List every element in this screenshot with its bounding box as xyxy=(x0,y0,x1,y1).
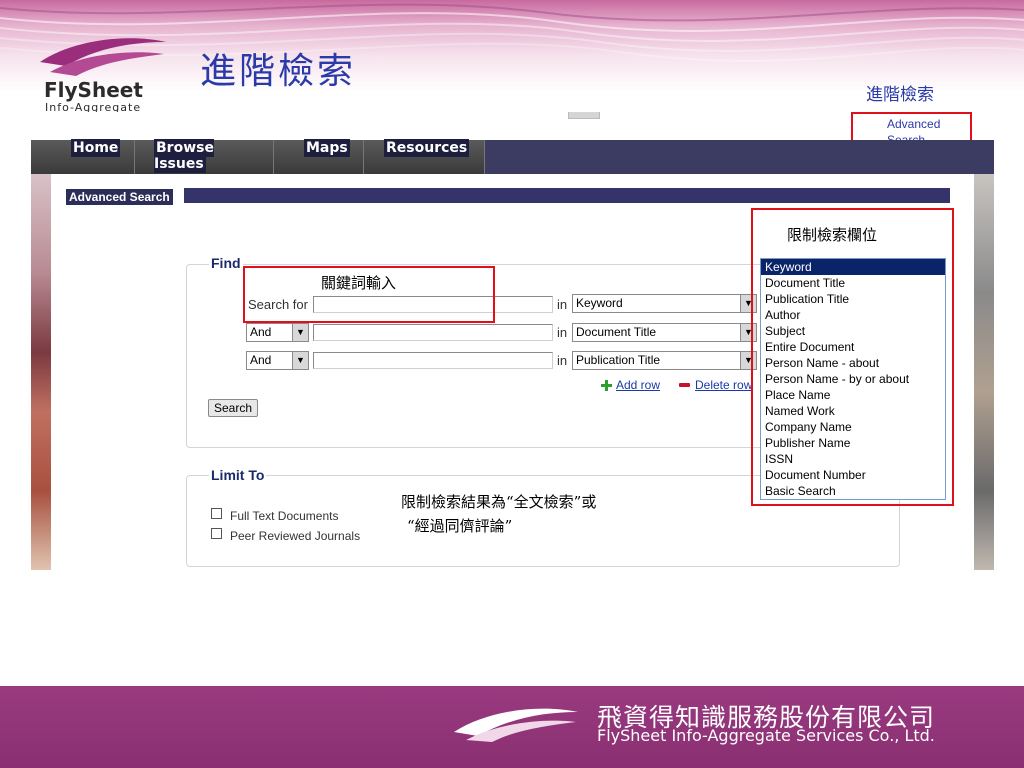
search-input-2[interactable] xyxy=(313,324,553,341)
slide-title: 進階檢索 xyxy=(200,51,357,92)
nav-browse-issues[interactable]: Browse Issues xyxy=(144,139,274,174)
field-select-2[interactable]: Document Title ▼ xyxy=(572,323,757,342)
flysheet-logo: FlySheet Info-Aggregate xyxy=(36,32,172,116)
in-label-2: in xyxy=(557,325,568,340)
operator-select-2[interactable]: And ▼ xyxy=(246,323,309,342)
full-text-checkbox[interactable] xyxy=(211,508,222,519)
full-text-label: Full Text Documents xyxy=(230,509,339,523)
peer-reviewed-checkbox[interactable] xyxy=(211,528,222,539)
search-input-3[interactable] xyxy=(313,352,553,369)
section-bar xyxy=(184,188,950,203)
field-option[interactable]: Person Name - about xyxy=(761,355,945,371)
peer-reviewed-label: Peer Reviewed Journals xyxy=(230,529,361,543)
add-row-icon[interactable] xyxy=(601,380,612,391)
company-name-english: FlySheet Info-Aggregate Services Co., Lt… xyxy=(597,726,935,745)
field-option[interactable]: Place Name xyxy=(761,387,945,403)
add-row-link[interactable]: Add row xyxy=(616,378,660,392)
slide-footer-band: 飛資得知識服務股份有限公司 FlySheet Info-Aggregate Se… xyxy=(0,686,1024,768)
field-option[interactable]: Publisher Name xyxy=(761,435,945,451)
flysheet-wing-icon xyxy=(454,708,578,742)
right-photo-strip xyxy=(974,174,994,570)
result-limit-annotation-line2: “經過同儕評論” xyxy=(407,517,513,535)
field-option[interactable]: Keyword xyxy=(761,259,945,275)
operator-select-3[interactable]: And ▼ xyxy=(246,351,309,370)
field-option[interactable]: Person Name - by or about xyxy=(761,371,945,387)
field-option[interactable]: Entire Document xyxy=(761,339,945,355)
logo-name: FlySheet xyxy=(44,78,143,102)
keyword-annotation: 關鍵詞輸入 xyxy=(321,274,397,292)
nav-home[interactable]: Home xyxy=(61,139,135,174)
screenshot-area: Advanced Search Home Browse Issues Maps … xyxy=(31,112,994,570)
top-navigation: Home Browse Issues Maps Resources xyxy=(31,139,994,174)
find-title: Find xyxy=(209,255,243,271)
top-right-note: 進階檢索 xyxy=(866,85,934,105)
chevron-down-icon[interactable]: ▼ xyxy=(292,352,308,369)
field-option[interactable]: Basic Search xyxy=(761,483,945,499)
chevron-down-icon[interactable]: ▼ xyxy=(292,324,308,341)
field-option[interactable]: Document Number xyxy=(761,467,945,483)
section-title: Advanced Search xyxy=(66,189,173,205)
field-option[interactable]: Subject xyxy=(761,323,945,339)
field-options-list[interactable]: Keyword Document Title Publication Title… xyxy=(760,258,946,500)
nav-maps[interactable]: Maps xyxy=(294,139,364,174)
field-select-3[interactable]: Publication Title ▼ xyxy=(572,351,757,370)
limit-title: Limit To xyxy=(209,467,267,483)
left-photo-strip xyxy=(31,174,51,570)
field-option[interactable]: Publication Title xyxy=(761,291,945,307)
field-limit-annotation: 限制檢索欄位 xyxy=(787,226,878,244)
result-limit-annotation-line1: 限制檢索結果為“全文檢索”或 xyxy=(401,493,597,511)
field-option[interactable]: Named Work xyxy=(761,403,945,419)
delete-row-link[interactable]: Delete row xyxy=(695,378,752,392)
field-option[interactable]: ISSN xyxy=(761,451,945,467)
field-option[interactable]: Author xyxy=(761,307,945,323)
nav-resources[interactable]: Resources xyxy=(374,139,485,174)
field-option[interactable]: Company Name xyxy=(761,419,945,435)
field-option[interactable]: Document Title xyxy=(761,275,945,291)
flysheet-wing-icon xyxy=(40,38,166,76)
search-button[interactable]: Search xyxy=(208,399,259,417)
nav-background-fill xyxy=(485,140,994,174)
in-label-1: in xyxy=(557,297,568,312)
field-select-1[interactable]: Keyword ▼ xyxy=(572,294,757,313)
in-label-3: in xyxy=(557,353,568,368)
delete-row-icon[interactable] xyxy=(679,383,690,387)
collapsed-tab[interactable] xyxy=(568,112,600,119)
